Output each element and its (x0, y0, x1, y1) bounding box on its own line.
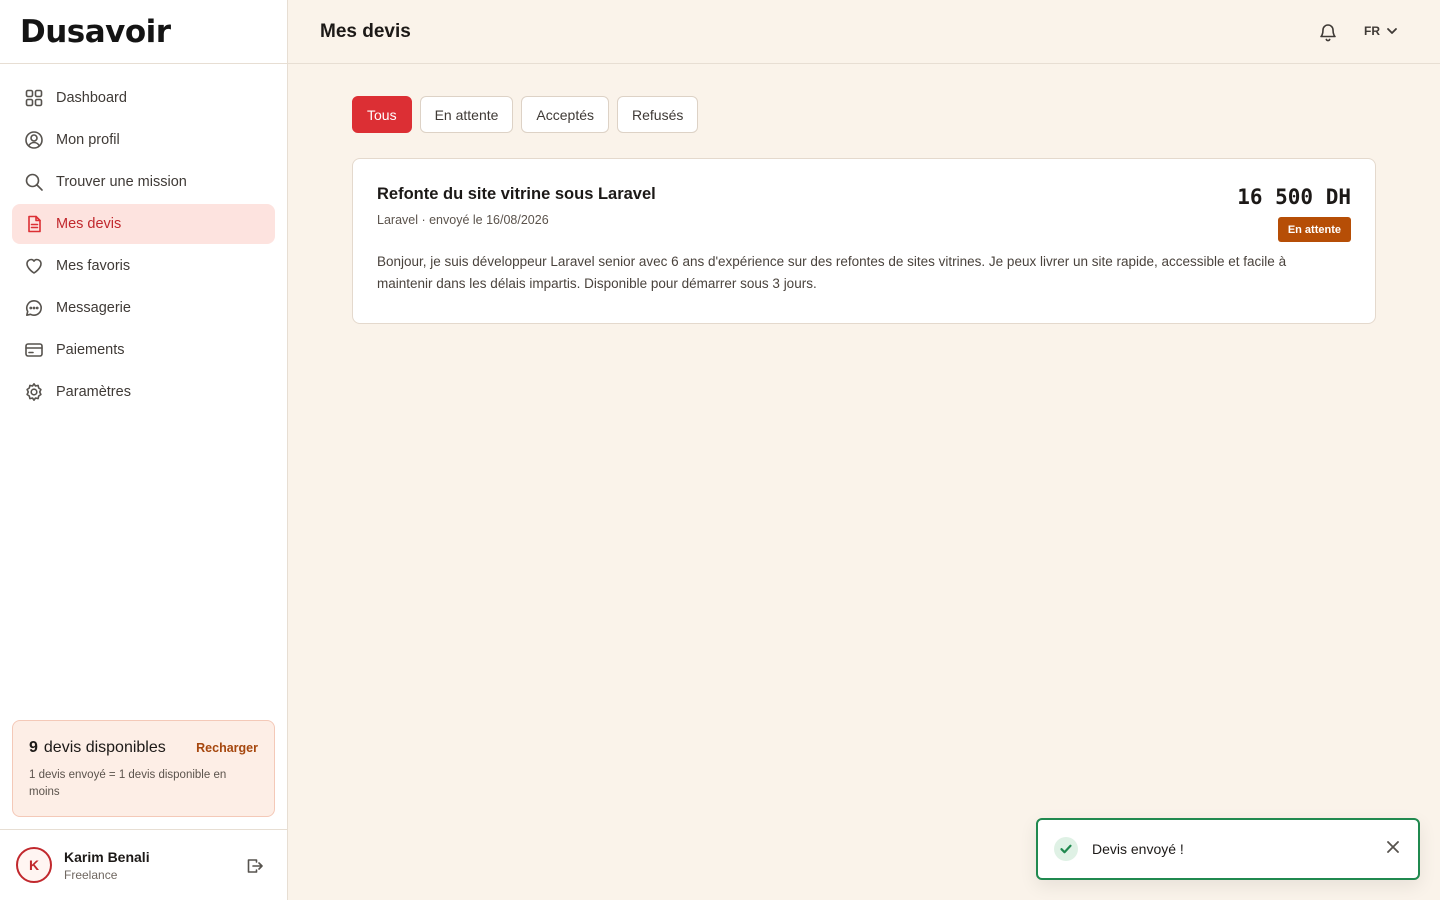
bell-icon[interactable] (1318, 21, 1338, 43)
language-selector[interactable]: FR (1364, 24, 1398, 38)
user-info: Karim Benali Freelance (64, 849, 150, 882)
quote-card[interactable]: Refonte du site vitrine sous Laravel Lar… (352, 158, 1376, 324)
top-header: Mes devis FR (288, 0, 1440, 64)
quote-amount: 16 500 DH (1237, 185, 1351, 209)
search-icon (24, 172, 44, 192)
heart-icon (24, 256, 44, 276)
quote-description: Bonjour, je suis développeur Laravel sen… (377, 254, 1287, 291)
logo-area: Dusavoir (0, 0, 287, 64)
sidebar-item-label: Messagerie (56, 300, 131, 316)
gear-icon (24, 382, 44, 402)
quote-title: Refonte du site vitrine sous Laravel (377, 185, 656, 203)
sidebar-item-favorites[interactable]: Mes favoris (12, 246, 275, 286)
credits-note: 1 devis envoyé = 1 devis disponible en m… (29, 769, 227, 798)
app-logo[interactable]: Dusavoir (20, 14, 171, 50)
credits-count: 9 devis disponibles (29, 739, 166, 757)
tab-all[interactable]: Tous (352, 96, 412, 133)
check-icon (1054, 837, 1078, 861)
credits-label: devis disponibles (43, 739, 166, 756)
sidebar-item-label: Paiements (56, 342, 125, 358)
sidebar-item-dashboard[interactable]: Dashboard (12, 78, 275, 118)
sidebar-item-label: Mes favoris (56, 258, 131, 274)
sidebar-item-messaging[interactable]: Messagerie (12, 288, 275, 328)
avatar[interactable]: K (16, 847, 52, 883)
user-role: Freelance (64, 867, 118, 882)
document-icon (24, 214, 44, 234)
success-toast: Devis envoyé ! (1036, 818, 1420, 880)
user-circle-icon (24, 130, 44, 150)
chevron-down-icon (1387, 28, 1397, 34)
recharge-link[interactable]: Recharger (196, 741, 258, 755)
user-panel: K Karim Benali Freelance (0, 829, 287, 900)
sidebar-item-profile[interactable]: Mon profil (12, 120, 275, 160)
sidebar-item-quotes[interactable]: Mes devis (12, 204, 275, 244)
sidebar-item-label: Trouver une mission (56, 174, 187, 190)
language-label: FR (1364, 24, 1380, 38)
tab-accepted[interactable]: Acceptés (521, 96, 609, 133)
credits-number: 9 (29, 739, 38, 756)
close-icon[interactable] (1386, 840, 1400, 854)
tab-pending[interactable]: En attente (419, 96, 514, 133)
sidebar-item-payments[interactable]: Paiements (12, 330, 275, 370)
grid-icon (24, 88, 44, 108)
status-filter-tabs: Tous En attente Acceptés Refusés (352, 96, 706, 133)
sidebar: Dusavoir Dashboard Mon profil Trouver un… (0, 0, 288, 900)
quote-meta: Laravel · envoyé le 16/08/2026 (377, 213, 549, 227)
sidebar-item-settings[interactable]: Paramètres (12, 372, 275, 412)
credit-card-icon (24, 340, 44, 360)
status-badge: En attente (1277, 217, 1351, 242)
user-name: Karim Benali (64, 848, 150, 865)
page-title: Mes devis (320, 21, 411, 42)
sidebar-item-find-mission[interactable]: Trouver une mission (12, 162, 275, 202)
credits-panel: 9 devis disponibles Recharger 1 devis env… (12, 720, 275, 817)
sidebar-item-label: Mon profil (56, 132, 120, 148)
sidebar-item-label: Dashboard (56, 90, 127, 106)
logout-icon[interactable] (244, 856, 264, 876)
toast-message: Devis envoyé ! (1092, 841, 1184, 857)
chat-icon (24, 298, 44, 318)
sidebar-nav: Dashboard Mon profil Trouver une mission… (0, 64, 287, 412)
sidebar-item-label: Mes devis (56, 216, 122, 232)
sidebar-item-label: Paramètres (56, 384, 131, 400)
tab-refused[interactable]: Refusés (617, 96, 699, 133)
